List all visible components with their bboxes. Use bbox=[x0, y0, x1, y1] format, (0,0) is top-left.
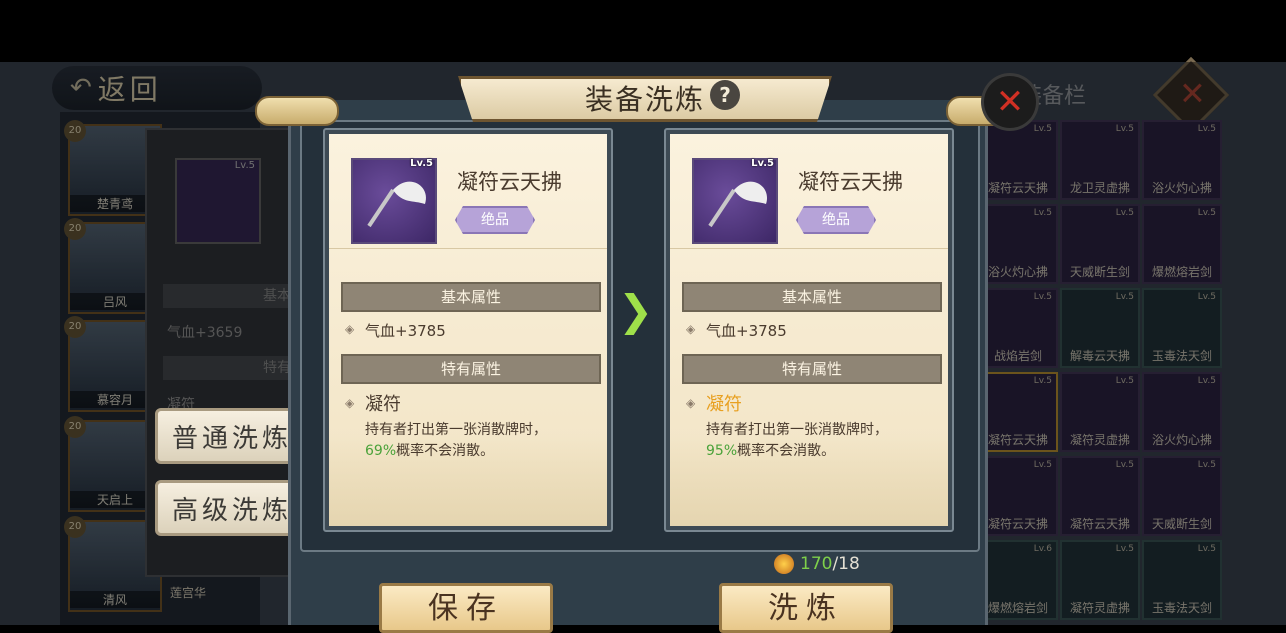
item-level: Lv.5 bbox=[410, 158, 433, 169]
skill-name: 凝符 bbox=[365, 394, 401, 415]
special-attr-header: 特有属性 bbox=[341, 354, 601, 384]
advanced-refine-button[interactable]: 高级洗炼 bbox=[155, 480, 305, 536]
chevron-right-icon: ❯ bbox=[618, 286, 654, 335]
refine-stone-icon bbox=[774, 554, 794, 574]
item-name: 凝符云天拂 bbox=[457, 170, 562, 194]
close-button[interactable]: ✕ bbox=[984, 76, 1036, 128]
refine-cost: 170/18 bbox=[774, 554, 860, 574]
title-plate: 装备洗炼 bbox=[440, 70, 850, 126]
normal-refine-button[interactable]: 普通洗炼 bbox=[155, 408, 305, 464]
whisk-icon: Lv.5 bbox=[351, 158, 437, 244]
diamond-icon: ◈ bbox=[686, 396, 696, 410]
whisk-icon: Lv.5 bbox=[692, 158, 778, 244]
diamond-icon: ◈ bbox=[345, 322, 355, 336]
desc-text: 概率不会消散。 bbox=[737, 443, 836, 459]
basic-attr-header: 基本属性 bbox=[682, 282, 942, 312]
equip-card-after: Lv.5 凝符云天拂 绝品 基本属性 ◈ 气血+3785 特有属性 ◈ 凝符 持… bbox=[664, 128, 954, 532]
diamond-icon: ◈ bbox=[686, 322, 696, 336]
basic-attr-value: 气血+3785 bbox=[365, 322, 446, 340]
refine-button[interactable]: 洗炼 bbox=[719, 583, 893, 633]
top-black-bar bbox=[0, 0, 1286, 62]
desc-percent: 95% bbox=[706, 443, 738, 459]
divider bbox=[329, 248, 607, 249]
left-ornament bbox=[255, 96, 339, 126]
equip-card-before: Lv.5 凝符云天拂 绝品 基本属性 ◈ 气血+3785 特有属性 ◈ 凝符 持… bbox=[323, 128, 613, 532]
card-paper: Lv.5 凝符云天拂 绝品 基本属性 ◈ 气血+3785 特有属性 ◈ 凝符 持… bbox=[670, 134, 948, 526]
cost-owned: 170 bbox=[800, 554, 833, 574]
desc-text: 持有者打出第一张消散牌时， bbox=[706, 422, 888, 438]
skill-name: 凝符 bbox=[706, 394, 742, 415]
whisk-weapon-icon bbox=[708, 181, 768, 228]
basic-attr-value: 气血+3785 bbox=[706, 322, 787, 340]
divider bbox=[670, 248, 948, 249]
quality-badge: 绝品 bbox=[455, 206, 535, 234]
save-button[interactable]: 保存 bbox=[379, 583, 553, 633]
skill-description: 持有者打出第一张消散牌时， 95%概率不会消散。 bbox=[706, 420, 936, 462]
card-paper: Lv.5 凝符云天拂 绝品 基本属性 ◈ 气血+3785 特有属性 ◈ 凝符 持… bbox=[329, 134, 607, 526]
desc-text: 概率不会消散。 bbox=[396, 443, 495, 459]
help-icon[interactable]: ? bbox=[710, 80, 740, 110]
desc-text: 持有者打出第一张消散牌时， bbox=[365, 422, 547, 438]
modal-title: 装备洗炼 bbox=[584, 83, 705, 116]
item-level: Lv.5 bbox=[751, 158, 774, 169]
basic-attr-header: 基本属性 bbox=[341, 282, 601, 312]
desc-percent: 69% bbox=[365, 443, 397, 459]
cost-required: /18 bbox=[832, 554, 860, 574]
diamond-icon: ◈ bbox=[345, 396, 355, 410]
whisk-weapon-icon bbox=[367, 181, 427, 228]
skill-description: 持有者打出第一张消散牌时， 69%概率不会消散。 bbox=[365, 420, 595, 462]
special-attr-header: 特有属性 bbox=[682, 354, 942, 384]
quality-badge: 绝品 bbox=[796, 206, 876, 234]
item-name: 凝符云天拂 bbox=[798, 170, 903, 194]
